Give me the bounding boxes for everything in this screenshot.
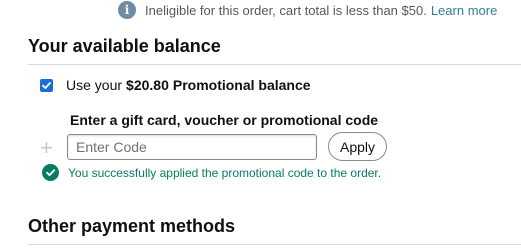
use-balance-row[interactable]: Use your $20.80 Promotional balance <box>40 77 311 93</box>
section-divider <box>28 244 521 245</box>
use-balance-checkbox[interactable] <box>40 78 53 92</box>
apply-button[interactable]: Apply <box>328 132 387 161</box>
available-balance-heading: Your available balance <box>28 36 221 56</box>
section-divider <box>28 64 521 65</box>
checkmark-circle-icon <box>42 164 59 181</box>
balance-amount: $20.80 <box>126 77 169 93</box>
use-balance-prefix: Use your <box>66 77 123 93</box>
promo-code-input[interactable] <box>67 134 317 160</box>
payment-page: i Ineligible for this order, cart total … <box>0 0 521 251</box>
plus-icon: + <box>40 135 53 160</box>
ineligible-text: Ineligible for this order, cart total is… <box>145 2 427 18</box>
other-payment-methods-heading: Other payment methods <box>28 216 236 236</box>
success-text: You successfully applied the promotional… <box>68 165 382 180</box>
learn-more-link[interactable]: Learn more <box>431 3 497 18</box>
balance-type: Promotional balance <box>172 77 311 93</box>
success-message: You successfully applied the promotional… <box>42 164 381 181</box>
checkmark-icon <box>42 81 51 89</box>
enter-code-heading: Enter a gift card, voucher or promotiona… <box>70 112 379 128</box>
success-check-icon <box>46 169 56 177</box>
info-icon: i <box>118 1 136 19</box>
ineligible-notice: i Ineligible for this order, cart total … <box>118 1 497 19</box>
